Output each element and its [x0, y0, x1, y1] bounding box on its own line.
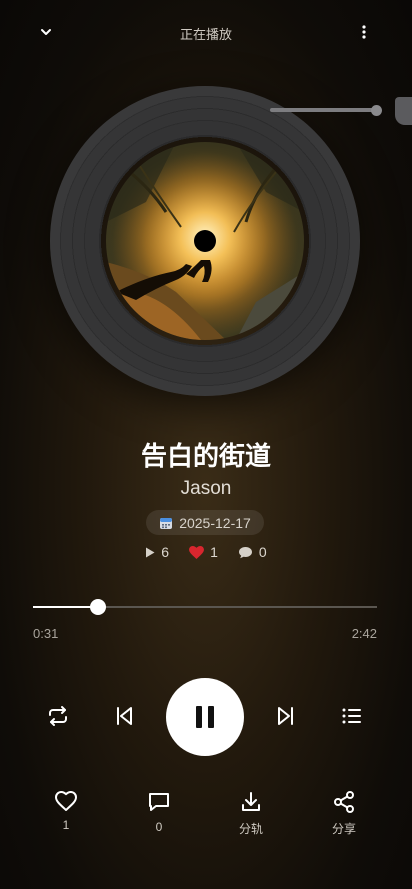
- current-time: 0:31: [33, 626, 59, 641]
- like-count-value: 1: [210, 544, 218, 560]
- heart-outline-icon: [55, 791, 77, 811]
- progress-thumb[interactable]: [90, 599, 106, 615]
- song-title: 告白的街道: [140, 442, 271, 472]
- skip-previous-icon: [117, 707, 132, 725]
- total-time: 2:42: [351, 626, 377, 641]
- album-cover: [106, 142, 304, 340]
- repeat-icon: [49, 706, 67, 726]
- comment-icon: [149, 793, 169, 811]
- calendar-icon: [160, 517, 173, 529]
- progress-fill: [33, 606, 98, 608]
- share-action[interactable]: 分享: [309, 790, 379, 837]
- tonearm-base: [395, 97, 412, 125]
- tonearm-head: [371, 105, 382, 116]
- album-art-image: [106, 142, 304, 340]
- heart-icon: [189, 545, 205, 559]
- play-count: 6: [145, 544, 169, 560]
- playlist-button[interactable]: [334, 698, 370, 734]
- play-count-icon: [146, 547, 155, 557]
- more-vertical-icon: [362, 25, 366, 39]
- pause-icon: [196, 706, 214, 728]
- next-button[interactable]: [268, 698, 304, 734]
- play-count-value: 6: [161, 544, 170, 560]
- playlist-icon: [342, 708, 361, 724]
- release-date: 2025-12-17: [179, 514, 251, 531]
- share-action-label: 分享: [331, 822, 356, 836]
- skip-next-icon: [278, 707, 293, 725]
- tonearm: [270, 108, 378, 112]
- play-pause-button[interactable]: [166, 678, 244, 756]
- like-action-label: 1: [62, 818, 70, 832]
- comment-count: 0: [238, 544, 267, 560]
- song-stats: 6 1 0: [0, 544, 412, 560]
- like-action[interactable]: 1: [31, 790, 101, 832]
- release-date-chip: 2025-12-17: [146, 510, 264, 535]
- share-icon: [334, 791, 354, 813]
- repeat-button[interactable]: [40, 698, 76, 734]
- top-bar: 正在播放: [0, 0, 412, 64]
- download-action[interactable]: 分轨: [216, 790, 286, 837]
- artist-name[interactable]: Jason: [0, 478, 412, 500]
- previous-button[interactable]: [106, 698, 142, 734]
- comment-action[interactable]: 0: [124, 790, 194, 834]
- download-action-label: 分轨: [238, 822, 263, 836]
- comment-action-label: 0: [155, 820, 163, 834]
- like-count: 1: [189, 544, 218, 560]
- comment-count-value: 0: [258, 544, 267, 560]
- speech-bubble-icon: [238, 546, 252, 558]
- download-icon: [242, 792, 260, 811]
- more-button[interactable]: [350, 18, 378, 46]
